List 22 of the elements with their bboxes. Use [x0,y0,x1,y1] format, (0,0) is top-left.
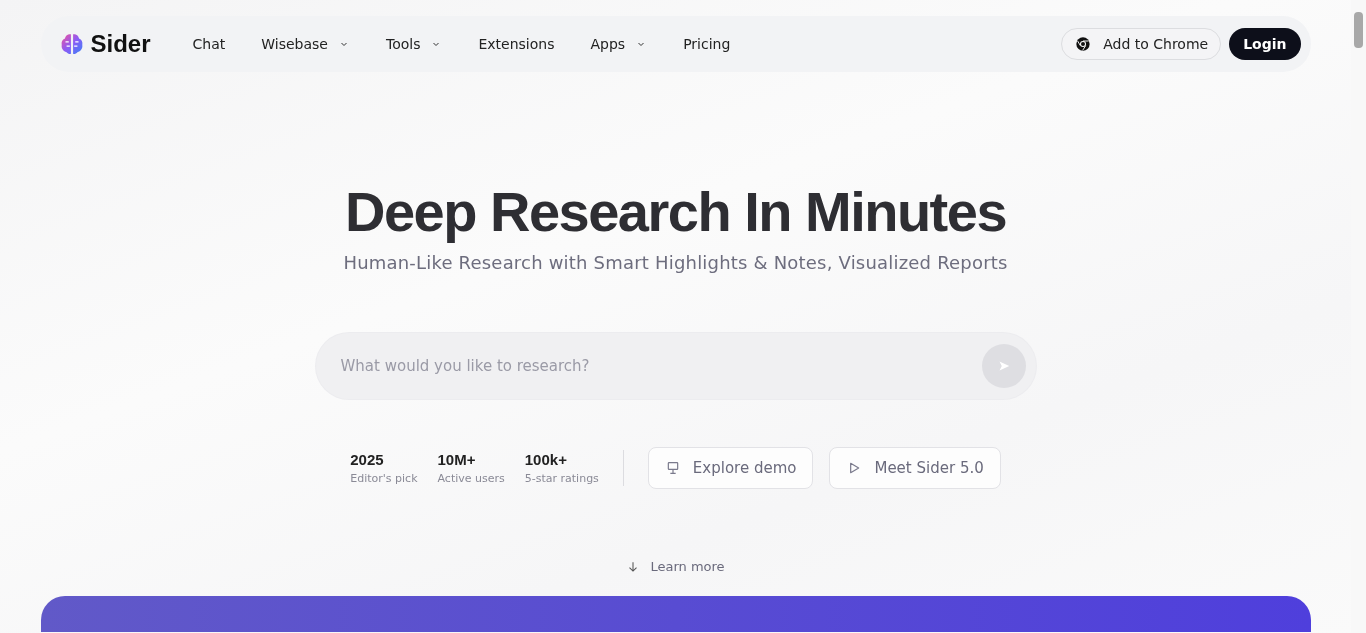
nav-link[interactable]: Extensions [478,36,555,52]
stat-value: 100k+ [524,451,568,468]
send-button[interactable] [981,344,1026,388]
chrome-icon [1075,36,1092,52]
learn-more-link[interactable]: Learn more [626,559,725,574]
stat-value: 2025 [350,451,385,468]
nav-link[interactable]: Chat [192,36,226,52]
stat-caption: 5-star ratings [524,472,599,485]
nav-link[interactable]: Apps [590,36,648,52]
stat-value: 10M+ [437,451,477,468]
hero-title: Deep Research In Minutes [344,180,1007,244]
hero-subtitle: Human-Like Research with Smart Highlights & Notes, Visualized Reports [343,252,1008,273]
brand-name[interactable]: Sider [90,30,151,58]
stat-caption: Active users [437,472,505,485]
video-button[interactable]: Meet Sider 5.0 [829,447,1001,489]
nav-link[interactable]: Wisebase [261,36,350,52]
nav-link[interactable]: Pricing [683,36,731,52]
demo-button[interactable]: Explore demo [647,447,814,489]
stat-caption: Editor's pick [350,472,418,485]
add-to-chrome-button[interactable]: Add to Chrome [1061,28,1222,60]
login-button[interactable]: Login [1229,28,1301,60]
nav-link[interactable]: Tools [385,36,443,52]
